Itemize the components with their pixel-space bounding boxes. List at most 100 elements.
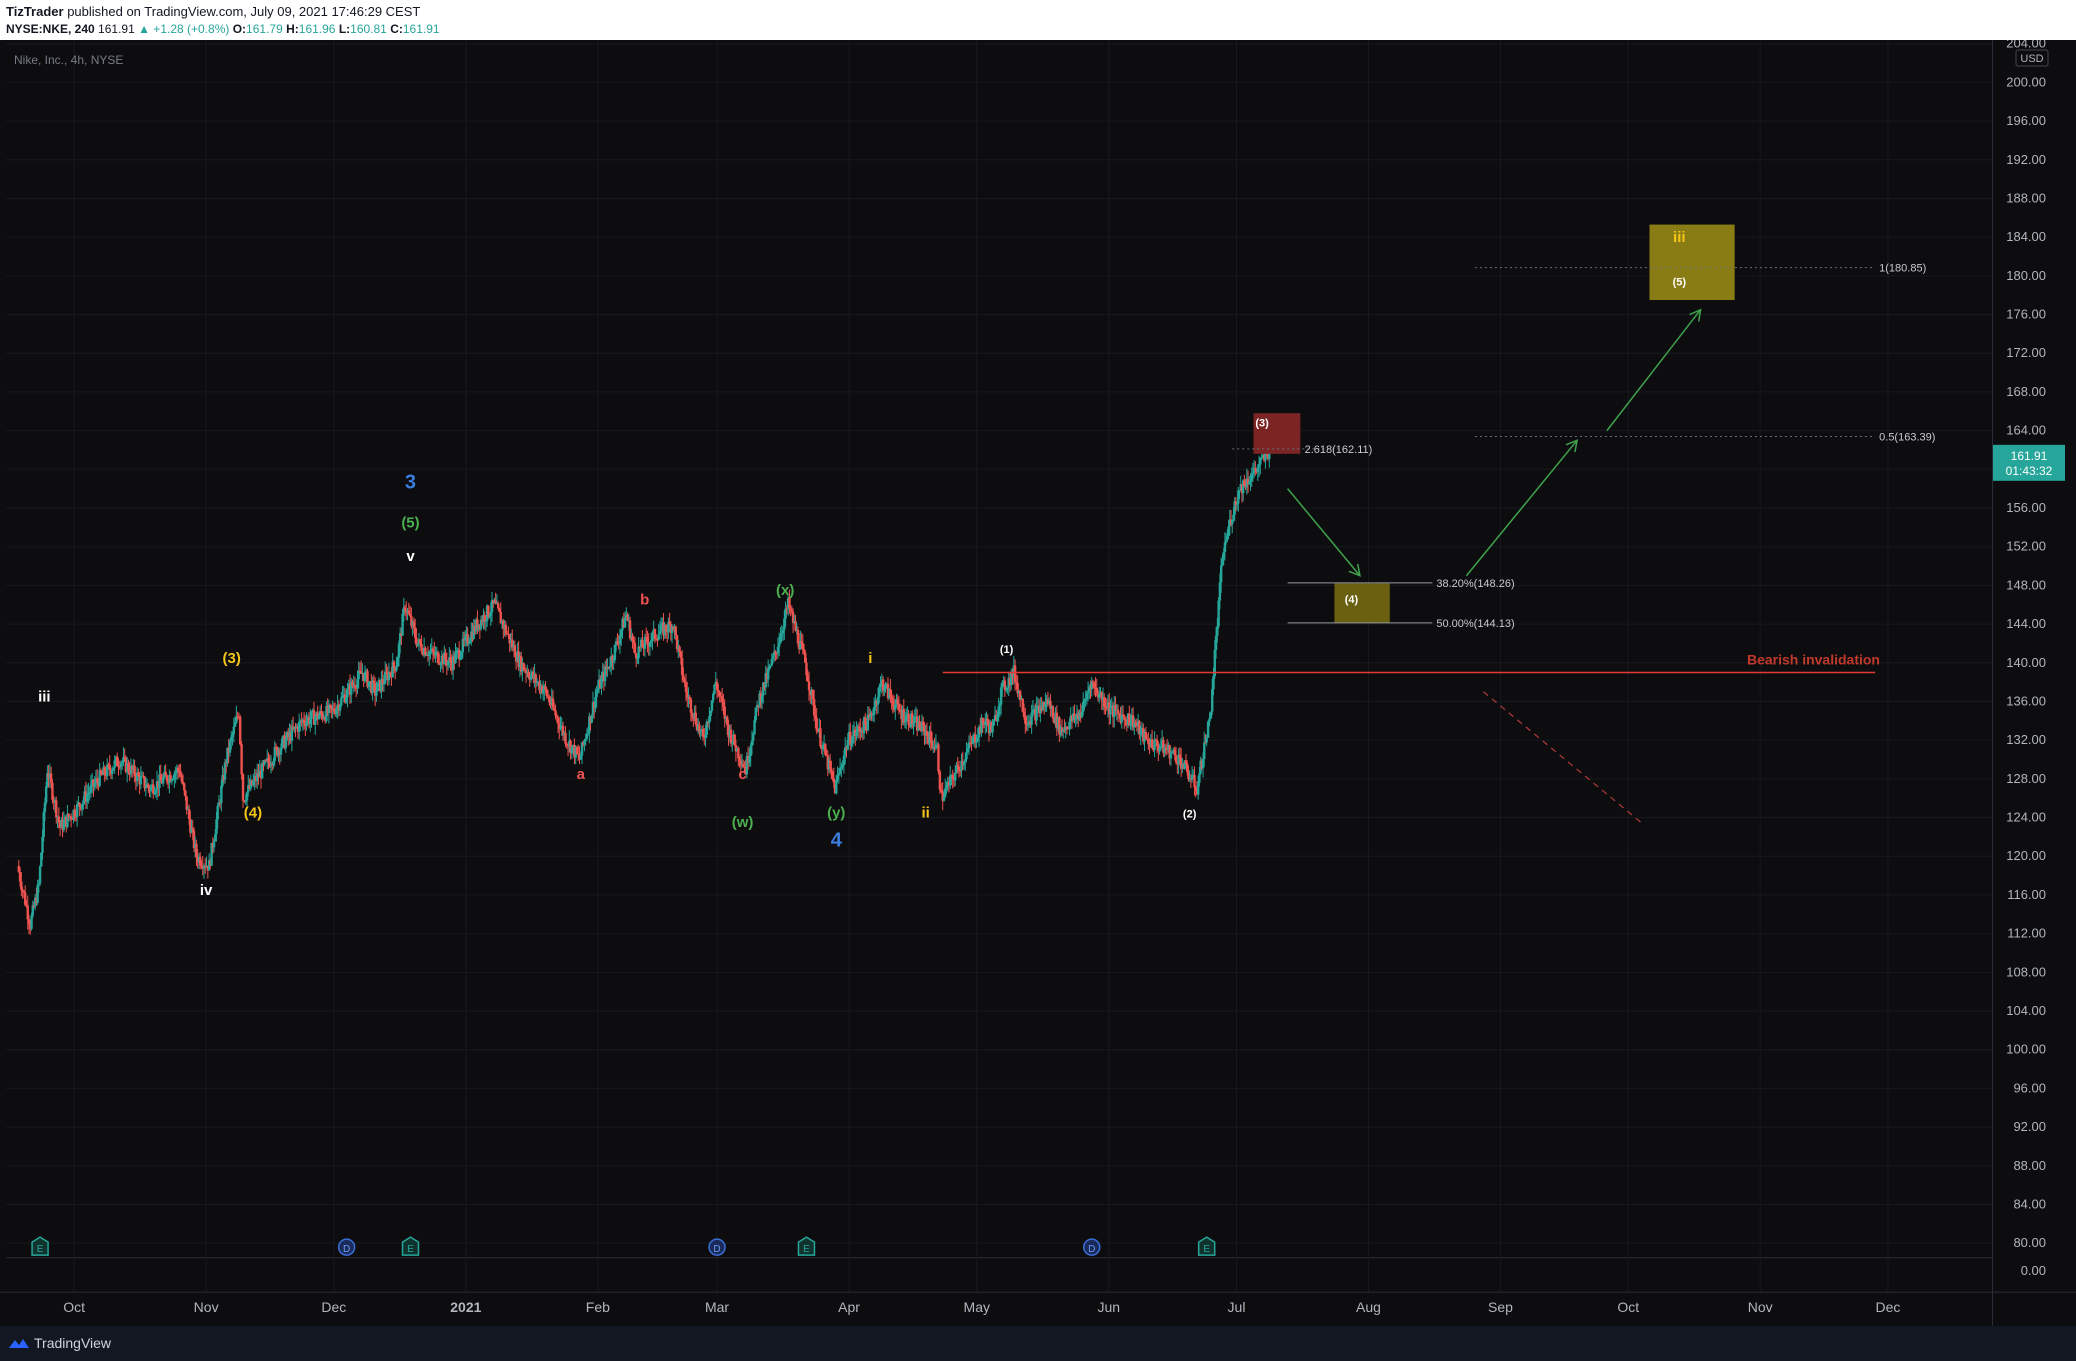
candle-body [752,734,755,741]
candle-body [832,778,836,783]
y-tick-label: 204.00 [2006,40,2046,51]
earnings-marker-icon[interactable]: E [797,1236,816,1256]
x-tick-label: Nov [194,1299,219,1315]
open-label: O: [232,22,247,36]
y-tick-label: 164.00 [2006,423,2046,438]
last-price-tag: 161.91 01:43:32 [1993,444,2065,481]
candle-body [238,716,242,745]
tradingview-logo-icon[interactable] [8,1336,30,1350]
low-value: 160.81 [350,22,387,36]
fib-level-label: 50.00%(144.13) [1436,618,1514,630]
y-tick-label: 196.00 [2006,113,2046,128]
price-chart[interactable]: 2.618(162.11) 38.20%(148.26) 50.00%(144.13… [0,40,2076,1326]
wave-label: (5) [1673,277,1687,289]
wave-label: iii [38,688,51,705]
candle-body [216,805,219,820]
candle-body [392,661,396,667]
author-name[interactable]: TizTrader [6,4,64,19]
bearish-invalidation-label: Bearish invalidation [1747,651,1880,667]
candle-body [346,688,349,698]
wave-label: (5) [401,514,419,531]
wave-label: (4) [244,805,262,822]
dividend-marker-icon[interactable]: D [708,1238,726,1256]
footer: TradingView [0,1326,2076,1361]
y-tick-label: 176.00 [2006,307,2046,322]
candle-body [62,820,65,830]
x-tick-label: Sep [1488,1299,1513,1315]
wave-label: iii [1673,229,1686,246]
candle-body [220,785,223,804]
x-tick-label: Aug [1356,1299,1381,1315]
y-tick-label: 88.00 [2013,1158,2046,1173]
fib-level-label: 0.5(163.39) [1879,432,1935,444]
candle-body [940,789,943,793]
candle-body [340,697,343,706]
wave-label: (2) [1183,809,1197,821]
y-tick-label: 168.00 [2006,384,2046,399]
wave-label: 4 [831,830,843,852]
wave-label: iv [200,882,213,899]
wave-label: a [577,766,586,783]
candle-body [241,774,245,801]
wave-4-target-box[interactable] [1334,583,1390,624]
currency-badge[interactable]: USD [2015,49,2049,67]
candle-body [1205,737,1208,743]
candle-body [564,732,567,744]
candle-body [1208,718,1211,722]
event-marker-letter: D [343,1244,350,1255]
y-tick-label: 136.00 [2006,693,2046,708]
earnings-marker-icon[interactable]: E [1197,1236,1216,1256]
earnings-marker-icon[interactable]: E [401,1236,420,1256]
event-marker-letter: E [407,1244,414,1255]
x-tick-label: Mar [705,1299,729,1315]
candle-body [690,712,694,717]
high-label: H: [286,22,299,36]
x-tick-label: 2021 [450,1299,481,1315]
y-tick-label: 132.00 [2006,732,2046,747]
candle-body [807,681,811,691]
y-tick-label: 144.00 [2006,616,2046,631]
x-tick-label: Apr [838,1299,860,1315]
fib-level-label: 1(180.85) [1879,263,1926,275]
candle-body [965,751,968,760]
dividend-marker-icon[interactable]: D [1082,1238,1101,1256]
candle-body [1206,721,1210,738]
candle-body [937,744,940,772]
wave-label: (w) [732,814,754,831]
price-change: ▲ +1.28 (+0.8%) [138,22,230,36]
candle-body [38,866,42,884]
event-marker-letter: E [37,1244,44,1255]
candle-body [1051,706,1055,719]
y-tick-label: 116.00 [2007,887,2046,902]
wave-5-target-box[interactable] [1649,224,1735,301]
wave-label: (y) [827,805,845,822]
y-tick-label: 0.00 [2021,1263,2046,1278]
x-tick-label: Feb [586,1299,610,1315]
event-marker-letter: E [1203,1244,1210,1255]
y-tick-label: 192.00 [2006,152,2046,167]
y-tick-label: 80.00 [2013,1235,2046,1250]
chart-legend-title: Nike, Inc., 4h, NYSE [14,53,123,67]
candle-body [907,713,910,725]
symbol-label[interactable]: NYSE:NKE, 240 [6,22,95,36]
wave-label: b [640,592,649,609]
candle-body [44,786,48,803]
y-tick-label: 128.00 [2006,771,2046,786]
candle-body [938,771,942,790]
tradingview-brand[interactable]: TradingView [34,1335,111,1351]
dividend-marker-icon[interactable]: D [337,1238,356,1256]
wave-label: v [406,548,415,565]
candle-body [957,766,961,771]
candle-body [1198,773,1201,783]
event-marker-letter: E [803,1244,810,1255]
candle-body [1203,742,1206,760]
earnings-marker-icon[interactable]: E [31,1236,49,1256]
x-tick-label: Dec [1875,1299,1900,1315]
candle-body [674,626,677,636]
last-price-tag-value: 161.91 [2011,449,2048,463]
x-tick-label: Nov [1748,1299,1773,1315]
candle-body [1109,707,1112,715]
currency-label: USD [2020,53,2043,65]
published-text: published on TradingView.com, July 09, 2… [67,4,421,19]
candle-body [1193,774,1196,788]
